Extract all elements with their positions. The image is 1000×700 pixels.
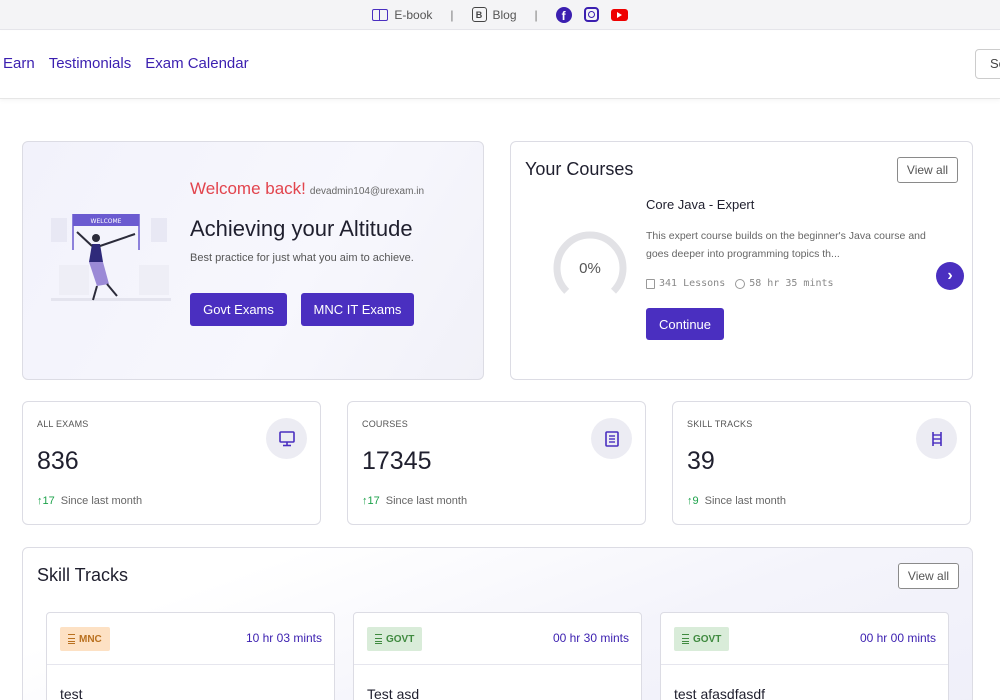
- track-name: test: [60, 686, 83, 700]
- track-name: Test asd: [367, 686, 420, 700]
- book-icon: [372, 8, 389, 21]
- stat-delta-value: 17: [367, 495, 380, 507]
- lessons-info: 341 Lessons: [646, 278, 725, 289]
- stat-delta: ↑9 Since last month: [687, 495, 786, 507]
- course-progress-label: 0%: [579, 259, 601, 277]
- track-duration: 10 hr 03 mints: [245, 631, 322, 645]
- stat-label: SKILL TRACKS: [687, 419, 753, 429]
- welcome-illustration: WELCOME: [51, 214, 171, 301]
- stat-value: 39: [687, 447, 715, 475]
- track-badge: GOVT: [367, 627, 423, 651]
- stat-label: COURSES: [362, 419, 408, 429]
- stat-value: 836: [37, 447, 79, 475]
- skill-track-header: MNC 10 hr 03 mints: [47, 613, 334, 665]
- skill-track-card[interactable]: GOVT 00 hr 30 mints Test asd: [353, 612, 642, 700]
- chevron-right-icon[interactable]: ›: [936, 262, 964, 290]
- course-description: This expert course builds on the beginne…: [646, 230, 926, 260]
- arrow-up-icon: ↑: [37, 495, 43, 507]
- welcome-subtext: Best practice for just what you aim to a…: [190, 252, 414, 264]
- blog-link[interactable]: B Blog: [471, 7, 517, 22]
- skill-track-card[interactable]: GOVT 00 hr 00 mints test afasdfasdf: [660, 612, 949, 700]
- stat-delta-text: Since last month: [60, 495, 143, 507]
- blog-label: Blog: [492, 7, 517, 22]
- monitor-icon: [266, 418, 307, 459]
- course-name: Core Java - Expert: [646, 197, 755, 212]
- skill-tracks-title: Skill Tracks: [37, 565, 129, 585]
- course-duration: 58 hr 35 mints: [749, 278, 834, 289]
- ladder-icon: [375, 634, 382, 644]
- your-courses-card: Your Courses View all 0% Core Java - Exp…: [510, 141, 973, 380]
- separator: |: [534, 7, 538, 22]
- course-meta: 341 Lessons 58 hr 35 mints: [646, 278, 834, 289]
- nav-link-exam-calendar[interactable]: Exam Calendar: [145, 55, 248, 72]
- blog-icon: B: [471, 7, 487, 22]
- skill-track-header: GOVT 00 hr 00 mints: [661, 613, 948, 665]
- stat-card-all-exams: ALL EXAMS 836 ↑17 Since last month: [22, 401, 321, 525]
- ladder-icon: [682, 634, 689, 644]
- lessons-icon: [646, 278, 655, 289]
- stat-delta-value: 17: [42, 495, 55, 507]
- nav-link-testimonials[interactable]: Testimonials: [49, 55, 132, 72]
- skill-tracks-section: Skill Tracks View all MNC 10 hr 03 mints…: [22, 547, 973, 700]
- mnc-it-exams-button[interactable]: MNC IT Exams: [301, 293, 414, 326]
- badge-label: MNC: [79, 633, 102, 645]
- social-links: f: [555, 6, 628, 23]
- clock-icon: [735, 278, 746, 289]
- skill-tracks-view-all-button[interactable]: View all: [898, 563, 959, 589]
- track-duration: 00 hr 00 mints: [859, 631, 936, 645]
- ladder-icon: [68, 634, 75, 644]
- track-duration: 00 hr 30 mints: [552, 631, 629, 645]
- govt-exams-button[interactable]: Govt Exams: [190, 293, 287, 326]
- arrow-up-icon: ↑: [687, 495, 693, 507]
- stat-delta: ↑17 Since last month: [362, 495, 467, 507]
- youtube-icon[interactable]: [610, 8, 628, 21]
- ladder-icon: [916, 418, 957, 459]
- banner-text: WELCOME: [91, 218, 122, 225]
- stat-label: ALL EXAMS: [37, 419, 89, 429]
- track-badge: MNC: [60, 627, 110, 651]
- stat-delta-value: 9: [692, 495, 699, 507]
- ebook-label: E-book: [394, 7, 433, 22]
- continue-button[interactable]: Continue: [646, 308, 724, 340]
- skill-track-header: GOVT 00 hr 30 mints: [354, 613, 641, 665]
- separator: |: [450, 7, 454, 22]
- arrow-up-icon: ↑: [362, 495, 368, 507]
- badge-label: GOVT: [693, 633, 722, 645]
- skill-track-card[interactable]: MNC 10 hr 03 mints test: [46, 612, 335, 700]
- courses-title: Your Courses: [525, 159, 634, 179]
- stat-delta: ↑17 Since last month: [37, 495, 142, 507]
- courses-view-all-button[interactable]: View all: [897, 157, 958, 183]
- welcome-card: WELCOME Welcome back! devadmin104@urexam.…: [22, 141, 484, 380]
- nav-link-earn[interactable]: Earn: [3, 55, 35, 72]
- nav-links: Earn Testimonials Exam Calendar: [3, 55, 249, 72]
- user-email: devadmin104@urexam.in: [309, 186, 425, 197]
- stat-card-courses: COURSES 17345 ↑17 Since last month: [347, 401, 646, 525]
- stat-delta-text: Since last month: [704, 495, 786, 507]
- track-name: test afasdfasdf: [674, 686, 766, 700]
- stat-card-skill-tracks: SKILL TRACKS 39 ↑9 Since last month: [672, 401, 971, 525]
- welcome-heading: Achieving your Altitude: [190, 216, 413, 241]
- stat-value: 17345: [362, 447, 432, 475]
- track-badge: GOVT: [674, 627, 730, 651]
- welcome-greeting: Welcome back! devadmin104@urexam.in: [190, 179, 424, 199]
- ebook-link[interactable]: E-book: [372, 8, 432, 22]
- facebook-icon[interactable]: f: [555, 6, 572, 23]
- document-icon: [591, 418, 632, 459]
- badge-label: GOVT: [386, 633, 415, 645]
- duration-info: 58 hr 35 mints: [735, 278, 834, 289]
- top-utility-bar: E-book | B Blog | f: [0, 0, 1000, 30]
- greeting-text: Welcome back!: [190, 179, 306, 198]
- stat-delta-text: Since last month: [385, 495, 468, 507]
- instagram-icon[interactable]: [583, 7, 599, 22]
- search-input[interactable]: Se: [975, 49, 1000, 79]
- lessons-count: 341 Lessons: [659, 278, 726, 289]
- main-nav: Earn Testimonials Exam Calendar Se: [0, 31, 1000, 99]
